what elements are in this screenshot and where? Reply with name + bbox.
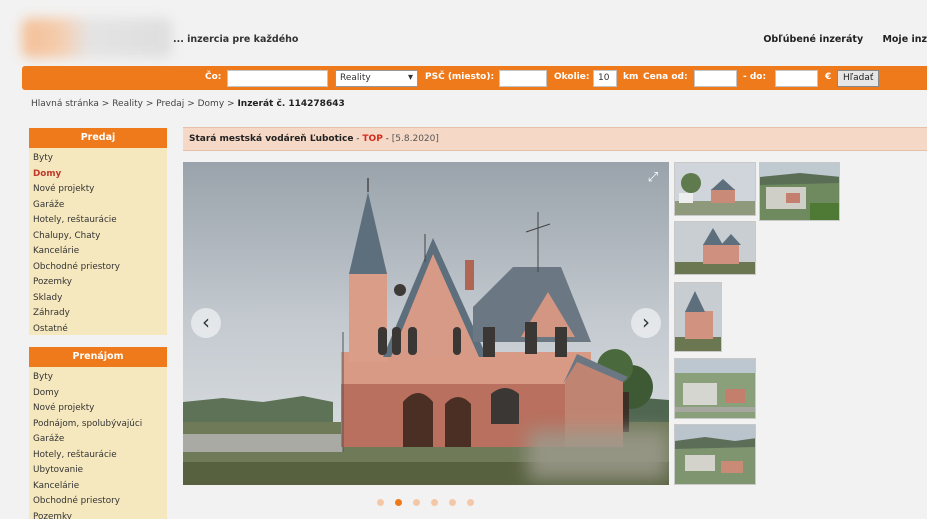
radius-label: Okolie: xyxy=(554,72,590,82)
carousel-dot[interactable] xyxy=(449,499,456,506)
category-select-value: Reality xyxy=(340,73,371,83)
gallery-thumbnail[interactable] xyxy=(674,282,722,352)
breadcrumb-separator: > xyxy=(187,99,195,109)
top-badge: TOP xyxy=(362,134,383,144)
sidebar-sale-item-kancelarie[interactable]: Kancelárie xyxy=(33,244,167,260)
carousel-dot[interactable] xyxy=(377,499,384,506)
top-links: Obľúbené inzeráty Moje inz xyxy=(747,34,927,45)
price-to-label: - do: xyxy=(743,72,767,82)
psc-input[interactable] xyxy=(499,70,547,87)
thumbnail-image xyxy=(675,359,755,418)
listing-title: Stará mestská vodáreň Ľubotice xyxy=(189,134,354,144)
chevron-left-icon[interactable]: ‹ xyxy=(191,308,221,338)
thumbnail-image xyxy=(675,222,755,274)
price-to-input[interactable] xyxy=(775,70,818,87)
breadcrumb-reality[interactable]: Reality xyxy=(112,99,143,109)
thumbnail-image xyxy=(675,283,721,351)
sidebar-sale-item-zahrady[interactable]: Záhrady xyxy=(33,306,167,322)
thumbnail-image xyxy=(760,163,839,220)
sidebar-sale-item-nove-projekty[interactable]: Nové projekty xyxy=(33,182,167,198)
thumbnail-image xyxy=(675,163,755,215)
sidebar-sale-heading: Predaj xyxy=(29,128,167,148)
sidebar-rent-item-obchodne[interactable]: Obchodné priestory xyxy=(33,494,167,510)
carousel-dot-active[interactable] xyxy=(395,499,402,506)
km-label: km xyxy=(623,72,639,82)
sidebar-rent-item-nove-projekty[interactable]: Nové projekty xyxy=(33,401,167,417)
what-input[interactable] xyxy=(227,70,328,87)
gallery-thumbnail[interactable] xyxy=(674,162,756,216)
favorites-link[interactable]: Obľúbené inzeráty xyxy=(763,34,863,45)
my-ads-link[interactable]: Moje inz xyxy=(882,34,927,45)
sidebar-rent: Prenájom Byty Domy Nové projekty Podnájo… xyxy=(29,347,167,519)
breadcrumb: Hlavná stránka > Reality > Predaj > Domy… xyxy=(31,99,345,109)
category-select[interactable]: Reality xyxy=(335,70,418,87)
title-separator: - xyxy=(382,134,392,144)
site-logo[interactable] xyxy=(22,18,172,58)
price-from-input[interactable] xyxy=(694,70,737,87)
gallery-thumbnail[interactable] xyxy=(674,221,756,275)
sidebar-sale-item-pozemky[interactable]: Pozemky xyxy=(33,275,167,291)
radius-input[interactable]: 10 xyxy=(593,70,617,87)
breadcrumb-separator: > xyxy=(101,99,110,109)
carousel-dot[interactable] xyxy=(431,499,438,506)
blurred-area xyxy=(528,430,668,480)
gallery-thumbnail[interactable] xyxy=(674,358,756,419)
sidebar-rent-item-kancelarie[interactable]: Kancelárie xyxy=(33,479,167,495)
listing-title-bar: Stará mestská vodáreň Ľubotice - TOP - [… xyxy=(183,127,927,151)
expand-icon[interactable]: ⤢ xyxy=(645,170,661,186)
sidebar-sale-item-byty[interactable]: Byty xyxy=(33,151,167,167)
breadcrumb-current: Inzerát č. 114278643 xyxy=(237,99,345,109)
main-photo[interactable]: ‹ › ⤢ xyxy=(183,162,669,485)
site-tagline: ... inzercia pre každého xyxy=(173,34,299,45)
breadcrumb-home[interactable]: Hlavná stránka xyxy=(31,99,99,109)
search-button[interactable]: Hľadať xyxy=(837,70,880,87)
breadcrumb-separator: > xyxy=(145,99,154,109)
sidebar-rent-item-pozemky[interactable]: Pozemky xyxy=(33,510,167,519)
sidebar-rent-item-ubytovanie[interactable]: Ubytovanie xyxy=(33,463,167,479)
currency-label: € xyxy=(825,72,832,82)
breadcrumb-domy[interactable]: Domy xyxy=(198,99,225,109)
sidebar-rent-item-garaze[interactable]: Garáže xyxy=(33,432,167,448)
sidebar-sale-item-chalupy[interactable]: Chalupy, Chaty xyxy=(33,229,167,245)
sidebar-rent-heading: Prenájom xyxy=(29,347,167,367)
thumbnail-image xyxy=(675,425,755,484)
gallery-thumbnail[interactable] xyxy=(759,162,840,221)
search-bar: Čo: Reality PSČ (miesto): Okolie: 10 km … xyxy=(22,66,927,90)
price-from-label: Cena od: xyxy=(643,72,688,82)
sidebar-sale-item-hotely[interactable]: Hotely, reštaurácie xyxy=(33,213,167,229)
what-label: Čo: xyxy=(205,72,222,82)
carousel-dot[interactable] xyxy=(413,499,420,506)
psc-label: PSČ (miesto): xyxy=(425,72,495,82)
sidebar-sale: Predaj Byty Domy Nové projekty Garáže Ho… xyxy=(29,128,167,335)
sidebar-rent-item-hotely[interactable]: Hotely, reštaurácie xyxy=(33,448,167,464)
sidebar-sale-item-garaze[interactable]: Garáže xyxy=(33,198,167,214)
gallery-thumbnail[interactable] xyxy=(674,424,756,485)
sidebar-sale-item-obchodne[interactable]: Obchodné priestory xyxy=(33,260,167,276)
breadcrumb-predaj[interactable]: Predaj xyxy=(156,99,184,109)
sidebar-sale-item-sklady[interactable]: Sklady xyxy=(33,291,167,307)
carousel-dot[interactable] xyxy=(467,499,474,506)
sidebar-rent-item-podnajom[interactable]: Podnájom, spolubývajúci xyxy=(33,417,167,433)
breadcrumb-separator: > xyxy=(227,99,235,109)
sidebar-rent-item-byty[interactable]: Byty xyxy=(33,370,167,386)
listing-date: [5.8.2020] xyxy=(391,134,439,144)
sidebar-sale-item-ostatne[interactable]: Ostatné xyxy=(33,322,167,338)
chevron-right-icon[interactable]: › xyxy=(631,308,661,338)
sidebar-rent-item-domy[interactable]: Domy xyxy=(33,386,167,402)
sidebar-sale-item-domy[interactable]: Domy xyxy=(33,167,167,183)
